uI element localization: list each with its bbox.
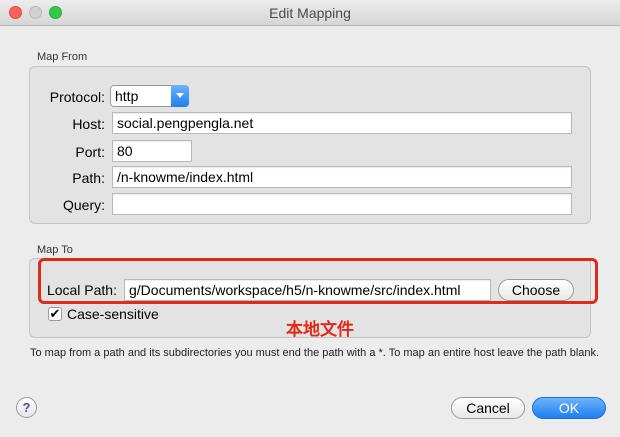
cancel-button[interactable]: Cancel xyxy=(451,397,525,419)
help-text: To map from a path and its subdirectorie… xyxy=(30,347,600,359)
title-bar: Edit Mapping xyxy=(0,0,620,26)
local-path-field[interactable]: g/Documents/workspace/h5/n-knowme/src/in… xyxy=(124,279,491,301)
host-field[interactable]: social.pengpengla.net xyxy=(112,112,572,134)
annotation-text: 本地文件 xyxy=(286,320,354,339)
map-to-label: Map To xyxy=(37,244,73,256)
chevron-down-icon[interactable] xyxy=(171,85,189,107)
ok-button[interactable]: OK xyxy=(532,397,606,419)
protocol-select[interactable]: http xyxy=(110,85,189,107)
path-field[interactable]: /n-knowme/index.html xyxy=(112,166,572,188)
checkmark-icon: ✔ xyxy=(49,306,61,321)
help-button[interactable]: ? xyxy=(16,397,37,418)
protocol-value: http xyxy=(115,88,139,104)
query-label: Query: xyxy=(62,197,105,213)
path-label: Path: xyxy=(72,170,105,186)
query-field[interactable] xyxy=(112,193,572,215)
host-label: Host: xyxy=(72,116,105,132)
window-title: Edit Mapping xyxy=(269,5,351,21)
local-path-label: Local Path: xyxy=(46,282,117,298)
case-sensitive-label[interactable]: Case-sensitive xyxy=(67,306,159,322)
port-field[interactable]: 80 xyxy=(112,140,192,162)
map-from-label: Map From xyxy=(37,51,88,63)
protocol-label: Protocol: xyxy=(49,89,105,105)
port-label: Port: xyxy=(75,144,105,160)
case-sensitive-checkbox[interactable]: ✔ xyxy=(48,307,62,321)
choose-button[interactable]: Choose xyxy=(498,279,574,301)
